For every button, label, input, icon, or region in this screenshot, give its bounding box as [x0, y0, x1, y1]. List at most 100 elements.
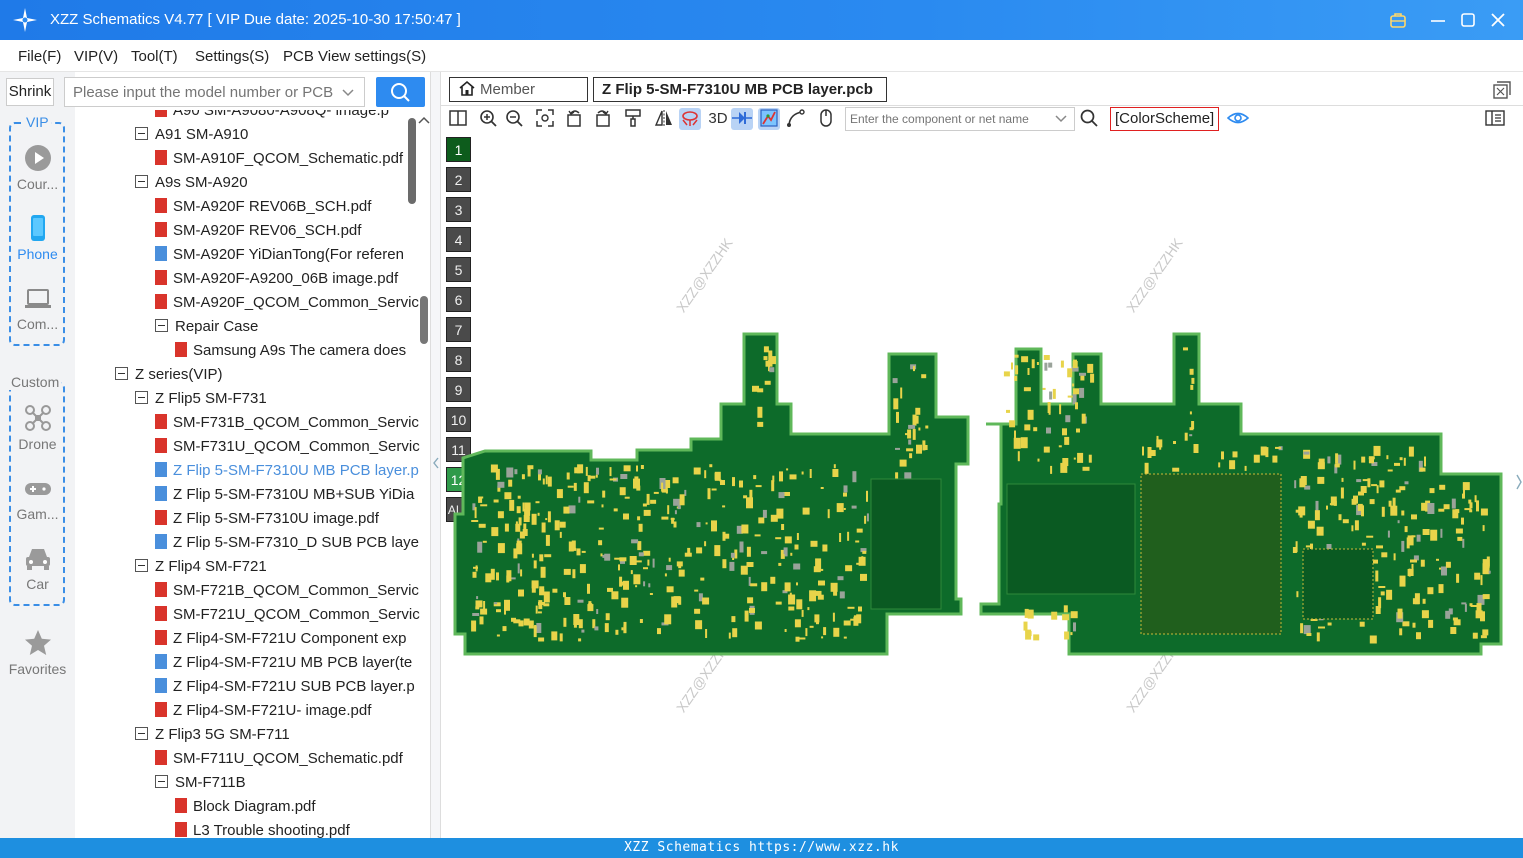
pcb-pad[interactable] [1144, 462, 1149, 474]
pcb-pad[interactable] [531, 513, 537, 525]
pcb-pad[interactable] [731, 616, 736, 623]
pcb-pad[interactable] [1441, 566, 1447, 576]
pcb-pad[interactable] [1430, 529, 1438, 541]
tree-file[interactable]: Block Diagram.pdf [175, 798, 316, 822]
tree-file[interactable]: Z Flip 5-SM-F7310U image.pdf [155, 510, 379, 534]
pcb-pad[interactable] [1221, 451, 1224, 460]
pcb-pad[interactable] [1064, 436, 1070, 445]
pcb-pad[interactable] [1072, 361, 1078, 368]
pcb-pad[interactable] [1300, 623, 1304, 634]
pcb-pad[interactable] [729, 561, 735, 571]
tree-folder[interactable]: Repair Case [155, 318, 258, 342]
pcb-pad[interactable] [694, 589, 699, 592]
pcb-pad[interactable] [566, 472, 570, 480]
pcb-pad[interactable] [1027, 409, 1034, 420]
pcb-pad[interactable] [810, 540, 818, 547]
pcb-pad[interactable] [631, 539, 639, 544]
pcb-pad[interactable] [667, 505, 670, 515]
pcb-pad[interactable] [1357, 503, 1363, 511]
pcb-pad[interactable] [1303, 625, 1311, 635]
pcb-pad[interactable] [1394, 462, 1400, 466]
pcb-pad[interactable] [1453, 619, 1461, 626]
pcb-pad[interactable] [664, 614, 672, 625]
pcb-pad[interactable] [1411, 514, 1417, 520]
pcb-pad[interactable] [761, 551, 768, 555]
pcb-pad[interactable] [568, 541, 574, 552]
pcb-pad[interactable] [652, 558, 655, 568]
pcb-pad[interactable] [1294, 480, 1297, 489]
pcb-pad[interactable] [604, 553, 611, 561]
pcb-pad[interactable] [700, 577, 705, 581]
pcb-pad[interactable] [746, 613, 749, 616]
pcb-pad[interactable] [623, 513, 629, 520]
pcb-pad[interactable] [1408, 568, 1411, 577]
pcb-pad[interactable] [1416, 632, 1421, 640]
pcb-pad[interactable] [693, 467, 701, 475]
pcb-pad[interactable] [1023, 387, 1031, 392]
pcb-pad[interactable] [587, 583, 590, 594]
pcb-pad[interactable] [900, 387, 903, 399]
pcb-pad[interactable] [781, 524, 785, 530]
pcb-pad[interactable] [1017, 451, 1020, 462]
pcb-pad[interactable] [598, 527, 604, 530]
pcb-pad[interactable] [638, 523, 643, 532]
pcb-pad[interactable] [1387, 469, 1393, 472]
pcb-pad[interactable] [1327, 456, 1331, 464]
pcb-pad[interactable] [494, 530, 498, 533]
pcb-pad[interactable] [705, 629, 708, 638]
close-icon[interactable] [1486, 8, 1510, 32]
pcb-pad[interactable] [600, 553, 603, 557]
pcb-pad[interactable] [858, 606, 862, 612]
pcb-pad[interactable] [1469, 509, 1473, 513]
pcb-pad[interactable] [1411, 564, 1414, 572]
pcb-pad[interactable] [587, 604, 594, 612]
pcb-pad[interactable] [1386, 589, 1393, 600]
pcb-pad[interactable] [621, 627, 624, 631]
pcb-pad[interactable] [595, 474, 598, 478]
pcb-pad[interactable] [1033, 427, 1038, 432]
pcb-pad[interactable] [620, 474, 628, 479]
component-search-box[interactable] [845, 107, 1075, 131]
pcb-pad[interactable] [1023, 621, 1028, 631]
pcb-pad[interactable] [509, 499, 515, 511]
pcb-pad[interactable] [1027, 368, 1030, 375]
pcb-pad[interactable] [779, 471, 783, 482]
pcb-pad[interactable] [559, 531, 562, 538]
pcb-pad[interactable] [1081, 413, 1086, 424]
pcb-pad[interactable] [478, 496, 483, 503]
pcb-pad[interactable] [547, 511, 551, 523]
pcb-pad[interactable] [1410, 559, 1417, 563]
pcb-pad[interactable] [1390, 505, 1398, 516]
pcb-pad[interactable] [559, 521, 566, 528]
bag-icon[interactable] [1386, 8, 1410, 32]
pcb-pad[interactable] [551, 631, 558, 641]
pcb-pad[interactable] [567, 485, 574, 488]
pcb-pad[interactable] [789, 592, 792, 599]
rail-item-car[interactable]: Car [0, 544, 75, 592]
pcb-pad[interactable] [547, 476, 552, 487]
pcb-pad[interactable] [784, 582, 791, 592]
pcb-pad[interactable] [809, 590, 817, 602]
pcb-pad[interactable] [757, 421, 764, 427]
pcb-pad[interactable] [678, 596, 682, 605]
pcb-pad[interactable] [587, 500, 595, 504]
pcb-pad[interactable] [753, 475, 757, 480]
pcb-pad[interactable] [789, 474, 797, 480]
pcb-canvas[interactable]: 1 2 3 4 5 6 7 8 9 10 11 12 ALL XZZ@XZZHK XZZ@XZZHK X… [441, 134, 1523, 838]
pcb-pad[interactable] [1036, 362, 1039, 365]
pcb-pad[interactable] [1189, 368, 1194, 375]
pcb-pad[interactable] [1334, 463, 1340, 468]
pcb-pad[interactable] [1407, 535, 1414, 546]
tree-file[interactable]: SM-A910F_QCOM_Schematic.pdf [155, 150, 403, 174]
pcb-pad[interactable] [763, 356, 768, 361]
pcb-pad[interactable] [1381, 506, 1385, 517]
pcb-pad[interactable] [1412, 622, 1416, 628]
pcb-pad[interactable] [1455, 528, 1463, 534]
pcb-pad[interactable] [1326, 505, 1328, 510]
pcb-pad[interactable] [1456, 573, 1460, 583]
pcb-pad[interactable] [563, 617, 567, 627]
pcb-pad[interactable] [775, 601, 782, 605]
pcb-pad[interactable] [758, 517, 765, 524]
pcb-pad[interactable] [535, 501, 540, 504]
pcb-pad[interactable] [768, 350, 773, 362]
